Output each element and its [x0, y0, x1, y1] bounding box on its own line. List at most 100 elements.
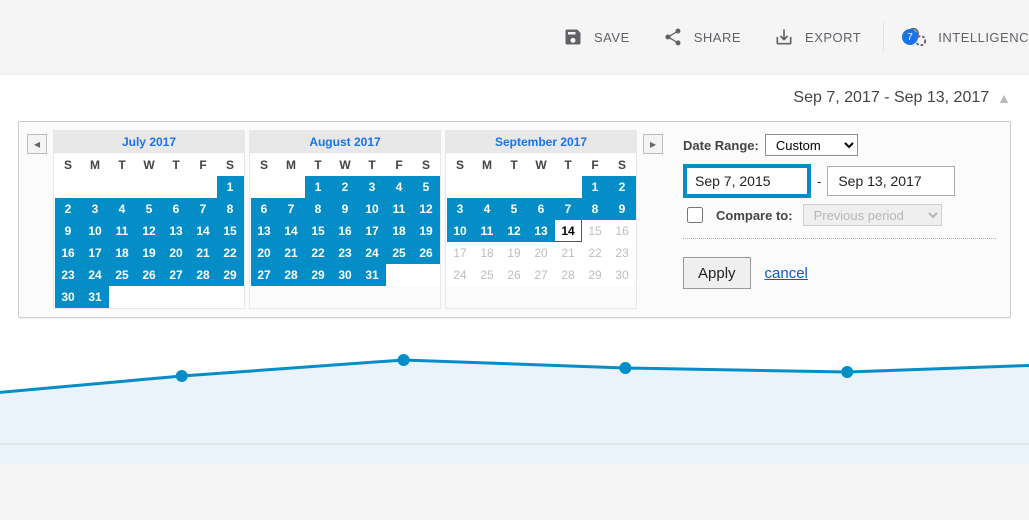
calendar-day[interactable]: 1: [217, 176, 244, 198]
calendar-day[interactable]: 19: [501, 242, 528, 264]
calendar-day[interactable]: 28: [278, 264, 305, 286]
apply-button[interactable]: Apply: [683, 257, 751, 289]
calendar-day[interactable]: 5: [501, 198, 528, 220]
calendar-day[interactable]: 1: [305, 176, 332, 198]
calendar-day[interactable]: 15: [305, 220, 332, 242]
calendar-day[interactable]: 11: [109, 220, 136, 242]
calendar-day[interactable]: 5: [136, 198, 163, 220]
calendar-day[interactable]: 31: [82, 286, 109, 308]
calendar-day[interactable]: 6: [251, 198, 278, 220]
calendar-day[interactable]: 22: [217, 242, 244, 264]
calendar-day[interactable]: 4: [386, 176, 413, 198]
calendar-day[interactable]: 8: [305, 198, 332, 220]
calendar-day[interactable]: 27: [251, 264, 278, 286]
calendar-day[interactable]: 1: [582, 176, 609, 198]
calendar-day[interactable]: 25: [109, 264, 136, 286]
calendar-day[interactable]: 21: [555, 242, 582, 264]
calendar-day[interactable]: 6: [528, 198, 555, 220]
calendar-day[interactable]: 5: [413, 176, 440, 198]
calendar-day[interactable]: 25: [386, 242, 413, 264]
calendar-day[interactable]: 13: [528, 220, 555, 242]
calendar-day[interactable]: 27: [528, 264, 555, 286]
calendar-day[interactable]: 23: [609, 242, 636, 264]
save-button[interactable]: SAVE: [546, 17, 646, 57]
calendar-day[interactable]: 29: [582, 264, 609, 286]
calendar-day[interactable]: 22: [305, 242, 332, 264]
chart-point[interactable]: [398, 354, 410, 366]
export-button[interactable]: EXPORT: [757, 17, 877, 57]
calendar-day[interactable]: 13: [163, 220, 190, 242]
calendar-day[interactable]: 21: [190, 242, 217, 264]
calendar-day[interactable]: 17: [359, 220, 386, 242]
calendar-day[interactable]: 16: [55, 242, 82, 264]
calendar-day[interactable]: 2: [609, 176, 636, 198]
calendar-day[interactable]: 24: [82, 264, 109, 286]
calendar-day[interactable]: 10: [447, 220, 474, 242]
calendar-day[interactable]: 9: [55, 220, 82, 242]
calendar-day[interactable]: 11: [386, 198, 413, 220]
calendar-day[interactable]: 30: [332, 264, 359, 286]
date-range-select[interactable]: Custom: [765, 134, 858, 156]
calendar-prev-button[interactable]: ◂: [27, 134, 47, 154]
calendar-day[interactable]: 28: [190, 264, 217, 286]
calendar-day[interactable]: 7: [190, 198, 217, 220]
calendar-day[interactable]: 20: [251, 242, 278, 264]
compare-select[interactable]: Previous period: [803, 204, 942, 226]
calendar-day[interactable]: 17: [447, 242, 474, 264]
calendar-day[interactable]: 12: [413, 198, 440, 220]
calendar-day[interactable]: 26: [413, 242, 440, 264]
calendar-day[interactable]: 18: [386, 220, 413, 242]
calendar-day[interactable]: 3: [359, 176, 386, 198]
calendar-day[interactable]: 15: [217, 220, 244, 242]
calendar-day[interactable]: 14: [190, 220, 217, 242]
calendar-day[interactable]: 12: [501, 220, 528, 242]
chart-point[interactable]: [176, 370, 188, 382]
calendar-day[interactable]: 4: [474, 198, 501, 220]
calendar-day[interactable]: 16: [609, 220, 636, 242]
calendar-day[interactable]: 27: [163, 264, 190, 286]
calendar-day[interactable]: 10: [359, 198, 386, 220]
calendar-day[interactable]: 2: [55, 198, 82, 220]
calendar-day[interactable]: 29: [305, 264, 332, 286]
calendar-day[interactable]: 4: [109, 198, 136, 220]
calendar-day[interactable]: 30: [609, 264, 636, 286]
calendar-day[interactable]: 3: [82, 198, 109, 220]
calendar-day[interactable]: 24: [447, 264, 474, 286]
calendar-day[interactable]: 13: [251, 220, 278, 242]
calendar-day[interactable]: 17: [82, 242, 109, 264]
calendar-day[interactable]: 10: [82, 220, 109, 242]
date-range-toggle[interactable]: Sep 7, 2017 - Sep 13, 2017 ▲: [0, 75, 1029, 121]
calendar-day[interactable]: 20: [163, 242, 190, 264]
calendar-day[interactable]: 14: [555, 220, 582, 242]
calendar-day[interactable]: 8: [217, 198, 244, 220]
calendar-day[interactable]: 29: [217, 264, 244, 286]
chart-point[interactable]: [619, 362, 631, 374]
calendar-day[interactable]: 15: [582, 220, 609, 242]
chart-point[interactable]: [841, 366, 853, 378]
end-date-input[interactable]: [827, 166, 955, 196]
calendar-day[interactable]: 11: [474, 220, 501, 242]
calendar-day[interactable]: 25: [474, 264, 501, 286]
share-button[interactable]: SHARE: [646, 17, 757, 57]
calendar-day[interactable]: 28: [555, 264, 582, 286]
calendar-day[interactable]: 6: [163, 198, 190, 220]
calendar-day[interactable]: 21: [278, 242, 305, 264]
calendar-day[interactable]: 9: [332, 198, 359, 220]
intelligence-button[interactable]: 7 INTELLIGENC: [890, 17, 1029, 57]
calendar-day[interactable]: 12: [136, 220, 163, 242]
calendar-day[interactable]: 23: [332, 242, 359, 264]
calendar-day[interactable]: 18: [109, 242, 136, 264]
calendar-day[interactable]: 22: [582, 242, 609, 264]
start-date-input[interactable]: [683, 164, 811, 198]
calendar-day[interactable]: 7: [278, 198, 305, 220]
calendar-day[interactable]: 8: [582, 198, 609, 220]
calendar-day[interactable]: 20: [528, 242, 555, 264]
cancel-link[interactable]: cancel: [765, 265, 808, 282]
calendar-day[interactable]: 7: [555, 198, 582, 220]
calendar-day[interactable]: 31: [359, 264, 386, 286]
calendar-day[interactable]: 2: [332, 176, 359, 198]
calendar-day[interactable]: 23: [55, 264, 82, 286]
calendar-day[interactable]: 14: [278, 220, 305, 242]
calendar-day[interactable]: 24: [359, 242, 386, 264]
compare-checkbox[interactable]: [687, 207, 703, 223]
